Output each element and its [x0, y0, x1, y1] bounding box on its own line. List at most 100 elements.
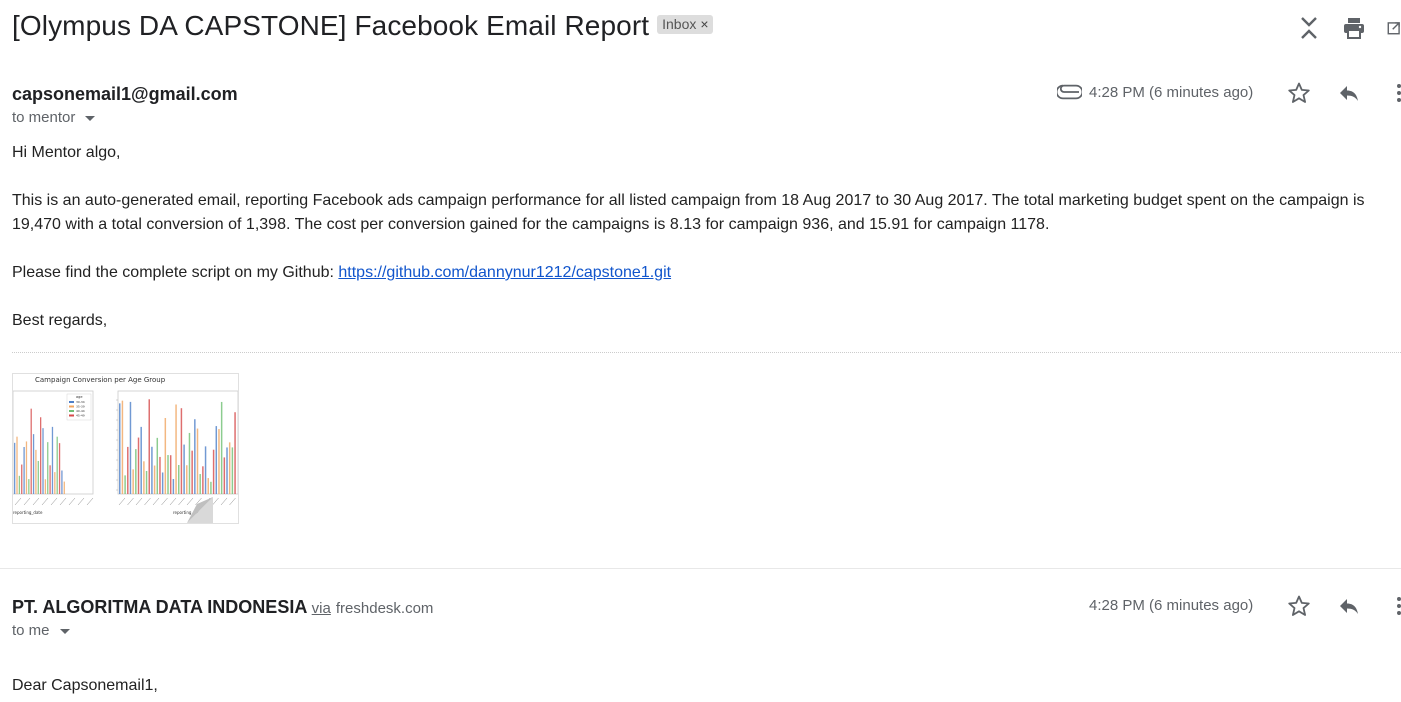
legend-swatch	[69, 410, 74, 412]
x-tick-label	[169, 497, 177, 506]
chevron-down-icon	[85, 116, 96, 121]
preview-bar	[30, 408, 32, 494]
legend-label: 35-39	[76, 405, 85, 409]
more-options-icon[interactable]	[1389, 594, 1401, 618]
x-tick-label	[77, 497, 85, 506]
legend-label: 45-49	[76, 414, 85, 418]
preview-bar	[21, 464, 23, 494]
reply-icon[interactable]	[1337, 594, 1361, 618]
preview-bar	[25, 441, 28, 494]
sender-name-2[interactable]: PT. ALGORITMA DATA INDONESIA	[12, 597, 307, 617]
preview-bar	[127, 446, 129, 494]
preview-bar	[210, 481, 212, 494]
x-tick-label	[186, 497, 194, 506]
preview-bar	[207, 478, 209, 494]
x-tick-label	[41, 497, 49, 506]
email-greeting: Hi Mentor algo,	[12, 144, 121, 161]
preview-bar	[121, 400, 124, 494]
preview-bar	[37, 460, 39, 494]
attachment-thumbnail[interactable]: Campaign Conversion per Age Group age 30…	[12, 373, 239, 524]
message-time: 4:28 PM (6 minutes ago)	[1089, 84, 1254, 101]
left-xlabel: reporting_date	[13, 510, 43, 515]
preview-bar	[140, 426, 142, 494]
preview-bar	[175, 404, 177, 494]
x-tick-label	[32, 497, 40, 506]
preview-bar	[215, 426, 218, 494]
preview-bar	[218, 429, 220, 494]
preview-bar	[32, 434, 35, 494]
x-tick-label	[50, 497, 58, 506]
preview-bar	[169, 455, 172, 494]
preview-bar	[63, 481, 65, 494]
preview-bar	[223, 457, 226, 494]
preview-bar	[61, 470, 63, 494]
chevron-down-icon	[59, 629, 70, 634]
preview-bar	[178, 465, 180, 494]
x-tick-label	[152, 497, 160, 506]
preview-bar	[180, 408, 183, 494]
collapse-icon[interactable]	[1297, 16, 1321, 40]
reply-icon[interactable]	[1337, 81, 1361, 105]
attachments-divider	[12, 352, 1401, 353]
preview-bar	[202, 466, 204, 494]
recipient-details-toggle[interactable]: to mentor	[12, 109, 96, 126]
more-options-icon[interactable]	[1389, 81, 1401, 105]
print-icon[interactable]	[1342, 16, 1366, 40]
inbox-label[interactable]: Inbox ×	[657, 15, 713, 34]
x-tick-label	[212, 497, 219, 506]
x-tick-label	[161, 497, 168, 506]
preview-bar	[196, 428, 199, 494]
preview-bar	[164, 417, 167, 494]
preview-bar	[132, 469, 134, 494]
preview-bar	[47, 442, 49, 494]
paperclip-icon	[1055, 82, 1084, 107]
x-tick-label	[229, 497, 236, 506]
preview-bar	[234, 412, 236, 494]
preview-bar	[40, 417, 42, 494]
x-tick-label	[23, 497, 31, 506]
preview-bar	[49, 465, 51, 494]
github-link[interactable]: https://github.com/dannynur1212/capstone…	[338, 264, 671, 281]
preview-bar	[135, 449, 137, 494]
preview-bar	[35, 449, 37, 494]
x-tick-label	[135, 497, 143, 506]
x-tick-label	[220, 497, 228, 506]
preview-bar	[191, 450, 193, 494]
preview-bar	[56, 436, 58, 494]
preview-bar	[226, 447, 228, 494]
preview-bar	[188, 432, 191, 494]
via-link[interactable]: via	[312, 600, 331, 617]
preview-bar	[159, 456, 161, 494]
subject-title: [Olympus DA CAPSTONE] Facebook Email Rep…	[12, 10, 650, 41]
open-in-new-window-icon[interactable]	[1387, 16, 1401, 40]
sender-name[interactable]: capsonemail1@gmail.com	[12, 84, 238, 105]
preview-bar	[148, 399, 150, 494]
star-icon[interactable]	[1287, 594, 1311, 618]
recipient-details-toggle-2[interactable]: to me	[12, 622, 70, 639]
email-closing: Best regards,	[12, 312, 108, 329]
message-divider	[0, 568, 1401, 569]
email-greeting-2: Dear Capsonemail1,	[12, 677, 158, 694]
legend-swatch	[69, 414, 74, 417]
preview-bar	[23, 447, 25, 494]
star-icon[interactable]	[1287, 81, 1311, 105]
preview-bar	[28, 479, 30, 494]
email-subject: [Olympus DA CAPSTONE] Facebook Email Rep…	[12, 10, 713, 42]
legend-label: 40-44	[76, 409, 85, 413]
x-tick-label	[14, 497, 22, 506]
preview-bar	[58, 443, 61, 494]
email-paragraph: This is an auto-generated email, reporti…	[12, 192, 1365, 233]
preview-bar	[124, 475, 126, 494]
recipient-label: to mentor	[12, 109, 76, 126]
preview-bar	[156, 437, 159, 494]
sender-line-2: PT. ALGORITMA DATA INDONESIA via freshde…	[12, 597, 433, 618]
attachment-chart-title: Campaign Conversion per Age Group	[35, 376, 166, 384]
remove-label-icon[interactable]: ×	[700, 16, 708, 32]
preview-bar	[186, 465, 188, 494]
preview-bar	[18, 475, 21, 494]
preview-bar	[143, 461, 145, 494]
inbox-label-text: Inbox	[662, 16, 697, 32]
attachment-chart-image: Campaign Conversion per Age Group age 30…	[13, 376, 238, 523]
preview-bar	[145, 471, 148, 494]
github-line: Please find the complete script on my Gi…	[12, 261, 671, 285]
